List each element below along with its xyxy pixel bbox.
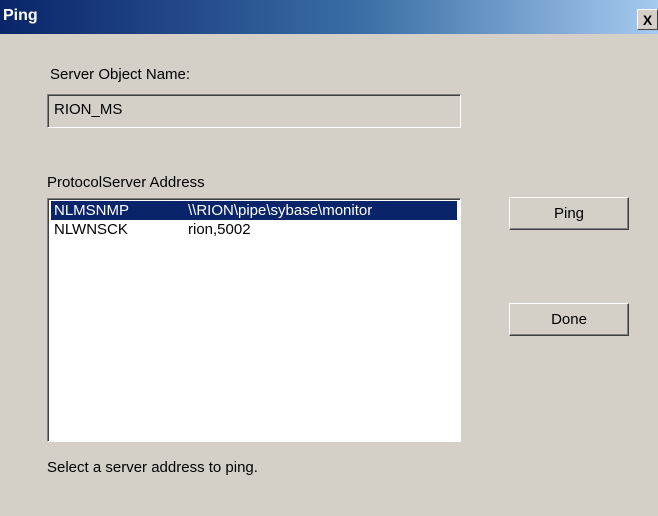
ping-button[interactable]: Ping bbox=[509, 197, 629, 230]
server-address-list[interactable]: NLMSNMP \\RION\pipe\sybase\monitor NLWNS… bbox=[47, 198, 461, 442]
server-object-name-value: RION_MS bbox=[54, 101, 123, 118]
protocol-cell: NLWNSCK bbox=[54, 221, 128, 238]
protocol-server-address-header: ProtocolServer Address bbox=[47, 174, 205, 191]
list-item[interactable]: NLWNSCK rion,5002 bbox=[51, 220, 457, 239]
window-title: Ping bbox=[3, 7, 38, 24]
close-button[interactable]: X bbox=[637, 9, 658, 30]
done-button[interactable]: Done bbox=[509, 303, 629, 336]
address-cell: rion,5002 bbox=[188, 221, 251, 238]
close-icon: X bbox=[642, 11, 653, 28]
server-object-name-field: RION_MS bbox=[47, 94, 461, 128]
protocol-cell: NLMSNMP bbox=[54, 202, 130, 219]
title-bar[interactable]: Ping X bbox=[0, 0, 658, 34]
done-button-label: Done bbox=[551, 311, 587, 328]
list-item[interactable]: NLMSNMP \\RION\pipe\sybase\monitor bbox=[51, 201, 457, 220]
ping-button-label: Ping bbox=[553, 205, 585, 222]
server-object-name-label: Server Object Name: bbox=[50, 66, 191, 83]
ping-dialog: Ping X Server Object Name: RION_MS Proto… bbox=[0, 0, 658, 516]
status-text: Select a server address to ping. bbox=[47, 459, 258, 476]
address-cell: \\RION\pipe\sybase\monitor bbox=[188, 202, 373, 219]
